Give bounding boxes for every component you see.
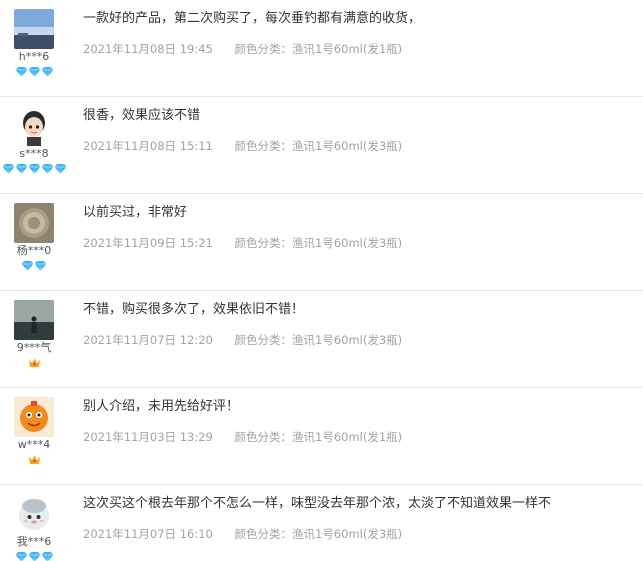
diamond-icon	[34, 260, 47, 271]
avatar-lake-landscape[interactable]	[14, 9, 54, 49]
review-content: 以前买过，非常好 2021年11月09日 15:21 颜色分类：渔讯1号60ml…	[83, 204, 643, 251]
product-variant: 颜色分类：渔讯1号60ml(发3瓶)	[234, 527, 403, 541]
review-item: h***6 一款好的产品，第二次购买了，每次垂钓都有满意的收货， 2021年11…	[0, 0, 643, 97]
review-date: 2021年11月07日 12:20	[83, 333, 213, 347]
reviewer-name: 我***6	[16, 535, 52, 548]
diamond-icon	[28, 163, 41, 174]
review-item: 9***气 不错，购买很多次了，效果依旧不错！ 2021年11月07日 12:2…	[0, 291, 643, 388]
avatar-old-coin[interactable]	[14, 203, 54, 243]
member-level-badges	[0, 357, 68, 369]
diamond-icon	[2, 163, 15, 174]
crown-icon	[28, 454, 41, 465]
review-list: h***6 一款好的产品，第二次购买了，每次垂钓都有满意的收货， 2021年11…	[0, 0, 643, 561]
product-variant: 颜色分类：渔讯1号60ml(发3瓶)	[234, 139, 403, 153]
member-level-badges	[0, 260, 68, 272]
review-content: 一款好的产品，第二次购买了，每次垂钓都有满意的收货， 2021年11月08日 1…	[83, 10, 643, 57]
review-text: 这次买这个根去年那个不怎么一样，味型没去年那个浓，太淡了不知道效果一样不	[83, 496, 552, 511]
diamond-icon	[21, 260, 34, 271]
reviewer-info: h***6	[0, 0, 68, 78]
review-content: 这次买这个根去年那个不怎么一样，味型没去年那个浓，太淡了不知道效果一样不 202…	[83, 495, 643, 542]
review-item: 杨***0 以前买过，非常好 2021年11月09日 15:21 颜色分类：渔讯…	[0, 194, 643, 291]
diamond-icon	[41, 551, 54, 561]
diamond-icon	[28, 551, 41, 561]
review-text: 不错，购买很多次了，效果依旧不错！	[83, 302, 305, 317]
diamond-icon	[54, 163, 67, 174]
reviewer-name: h***6	[18, 50, 50, 63]
diamond-icon	[15, 163, 28, 174]
member-level-badges	[0, 454, 68, 466]
review-meta: 2021年11月08日 19:45 颜色分类：渔讯1号60ml(发1瓶)	[83, 41, 643, 57]
avatar-cartoon-boy[interactable]	[14, 106, 54, 146]
product-variant: 颜色分类：渔讯1号60ml(发3瓶)	[234, 236, 403, 250]
review-meta: 2021年11月09日 15:21 颜色分类：渔讯1号60ml(发3瓶)	[83, 235, 643, 251]
reviewer-info: 9***气	[0, 291, 68, 369]
review-content: 别人介绍，未用先给好评！ 2021年11月03日 13:29 颜色分类：渔讯1号…	[83, 398, 643, 445]
member-level-badges	[0, 163, 68, 175]
avatar-default-avatar[interactable]	[14, 494, 54, 534]
reviewer-info: s***8	[0, 97, 68, 175]
reviewer-name: 9***气	[16, 341, 52, 354]
product-variant: 颜色分类：渔讯1号60ml(发1瓶)	[234, 42, 403, 56]
reviewer-info: 杨***0	[0, 194, 68, 272]
member-level-badges	[0, 551, 68, 561]
crown-icon	[28, 357, 41, 368]
review-text: 以前买过，非常好	[83, 205, 188, 220]
diamond-icon	[28, 66, 41, 77]
product-variant: 颜色分类：渔讯1号60ml(发3瓶)	[234, 333, 403, 347]
review-date: 2021年11月07日 16:10	[83, 527, 213, 541]
reviewer-info: w***4	[0, 388, 68, 466]
review-date: 2021年11月09日 15:21	[83, 236, 213, 250]
review-text: 很香，效果应该不错	[83, 108, 201, 123]
review-meta: 2021年11月07日 12:20 颜色分类：渔讯1号60ml(发3瓶)	[83, 332, 643, 348]
review-content: 不错，购买很多次了，效果依旧不错！ 2021年11月07日 12:20 颜色分类…	[83, 301, 643, 348]
review-item: w***4 别人介绍，未用先给好评！ 2021年11月03日 13:29 颜色分…	[0, 388, 643, 485]
product-variant: 颜色分类：渔讯1号60ml(发1瓶)	[234, 430, 403, 444]
diamond-icon	[15, 66, 28, 77]
avatar-person-sunset[interactable]	[14, 300, 54, 340]
reviewer-info: 我***6	[0, 485, 68, 561]
review-date: 2021年11月03日 13:29	[83, 430, 213, 444]
review-item: s***8 很香，效果应该不错 2021年11月08日 15:11 颜色分类：渔…	[0, 97, 643, 194]
review-content: 很香，效果应该不错 2021年11月08日 15:11 颜色分类：渔讯1号60m…	[83, 107, 643, 154]
diamond-icon	[15, 551, 28, 561]
review-date: 2021年11月08日 19:45	[83, 42, 213, 56]
review-meta: 2021年11月03日 13:29 颜色分类：渔讯1号60ml(发1瓶)	[83, 429, 643, 445]
diamond-icon	[41, 66, 54, 77]
avatar-orange-mascot[interactable]	[14, 397, 54, 437]
review-text: 一款好的产品，第二次购买了，每次垂钓都有满意的收货，	[83, 11, 422, 26]
reviewer-name: s***8	[19, 147, 49, 160]
review-text: 别人介绍，未用先给好评！	[83, 399, 240, 414]
review-meta: 2021年11月07日 16:10 颜色分类：渔讯1号60ml(发3瓶)	[83, 526, 643, 542]
diamond-icon	[41, 163, 54, 174]
review-meta: 2021年11月08日 15:11 颜色分类：渔讯1号60ml(发3瓶)	[83, 138, 643, 154]
member-level-badges	[0, 66, 68, 78]
reviewer-name: 杨***0	[16, 244, 52, 257]
reviewer-name: w***4	[17, 438, 51, 451]
review-date: 2021年11月08日 15:11	[83, 139, 213, 153]
review-item: 我***6 这次买这个根去年那个不怎么一样，味型没去年那个浓，太淡了不知道效果一…	[0, 485, 643, 561]
